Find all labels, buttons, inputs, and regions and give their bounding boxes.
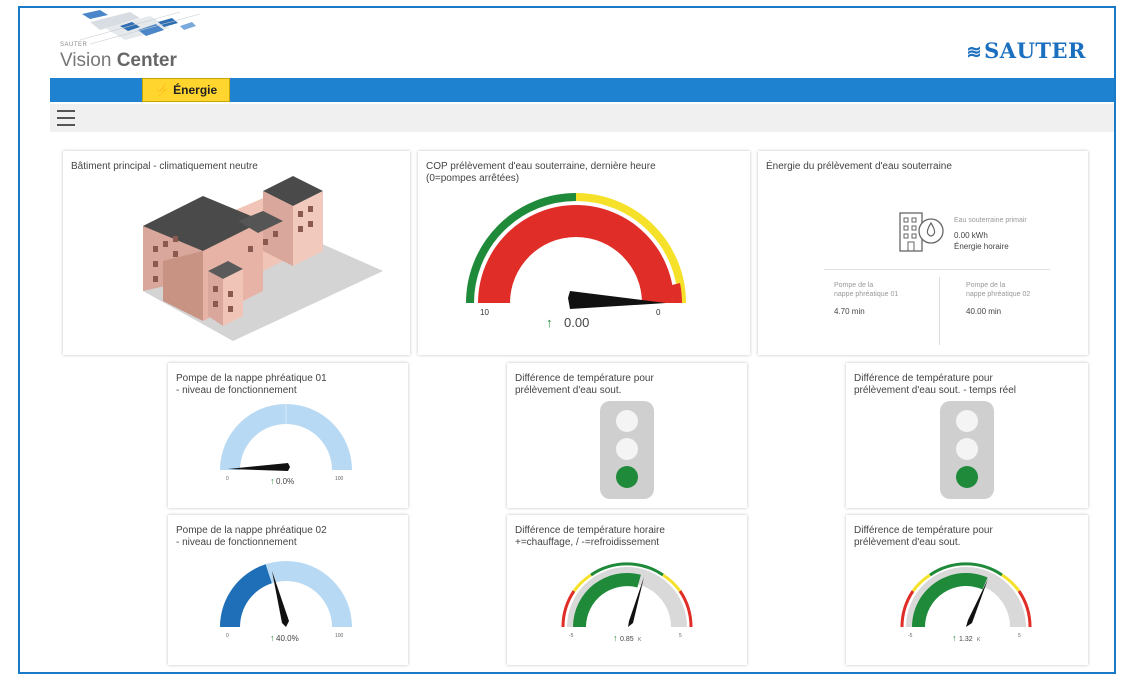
tempdiff1-card: Différence de température pour prélèveme… <box>507 363 747 508</box>
hamburger-menu-icon[interactable] <box>57 110 75 126</box>
cop-card: COP prélèvement d'eau souterraine, derni… <box>418 151 750 355</box>
header: SAUTER Vision Center ≋SAUTER <box>20 8 1114 78</box>
tempdiff1-card-title: Différence de température pour prélèveme… <box>515 373 654 396</box>
pump1-min-label: 0 <box>226 476 229 482</box>
energy-card: Énergie du prélèvement d'eau souterraine… <box>758 151 1088 355</box>
hourly-min-label: -5 <box>569 633 574 639</box>
app-frame: SAUTER Vision Center ≋SAUTER ⚡ Énergie B… <box>18 6 1116 674</box>
tempdiff3-unit: K <box>977 637 981 643</box>
main-navbar: ⚡ Énergie <box>50 78 1114 102</box>
traffic-light-2-bottom <box>956 466 978 488</box>
pump1-duration-value: 4.70 min <box>834 307 865 316</box>
energy-primary-label: Eau souterraine primair <box>954 217 1027 224</box>
tempdiff2-card-title: Différence de température pour prélèveme… <box>854 373 1016 396</box>
traffic-light-1-middle <box>616 438 638 460</box>
hourly-max-label: 5 <box>679 633 682 639</box>
hourly-unit: K <box>638 637 642 643</box>
tempdiff3-value: 1.32 <box>959 636 973 643</box>
traffic-light-2-middle <box>956 438 978 460</box>
pump2-card: Pompe de la nappe phréatique 02 - niveau… <box>168 515 408 665</box>
hourly-card: Différence de température horaire +=chau… <box>507 515 747 665</box>
tab-energy[interactable]: ⚡ Énergie <box>142 78 230 102</box>
pump1-max-label: 100 <box>335 476 344 482</box>
cop-max-label: 0 <box>656 308 661 317</box>
pump2-max-label: 100 <box>335 633 344 639</box>
tempdiff3-card: Différence de température pour prélèveme… <box>846 515 1088 665</box>
hourly-value: 0.85 <box>620 636 634 643</box>
pump2-min-label: 0 <box>226 633 229 639</box>
tempdiff2-card: Différence de température pour prélèveme… <box>846 363 1088 508</box>
traffic-light-2-top <box>956 410 978 432</box>
tempdiff3-min-label: -5 <box>908 633 913 639</box>
pump2-duration-label: Pompe de la nappe phréatique 02 <box>966 282 1031 298</box>
lightning-icon: ⚡ <box>154 83 170 97</box>
hourly-gauge: -5 5 ↑ 0.85 K <box>561 562 693 643</box>
energy-primary-sub: Énergie horaire <box>954 242 1009 251</box>
tab-energy-label: Énergie <box>173 83 218 97</box>
pump2-value: 40.0% <box>276 634 299 643</box>
energy-primary-value: 0.00 kWh <box>954 231 988 240</box>
pump2-arrow-icon: ↑ <box>270 633 275 643</box>
sauter-swoosh-icon: ≋ <box>966 42 983 63</box>
tempdiff3-max-label: 5 <box>1018 633 1021 639</box>
tempdiff3-arrow-icon: ↑ <box>952 633 957 643</box>
logo-title: Vision Center <box>60 50 177 71</box>
cop-gauge: 10 0 ↑ 0.00 <box>466 193 686 330</box>
tempdiff3-gauge: -5 5 ↑ 1.32 K <box>900 562 1032 643</box>
energy-divider-v <box>939 277 940 345</box>
logo-small-text: SAUTER <box>60 42 88 48</box>
traffic-light-1-top <box>616 410 638 432</box>
sauter-brand-logo[interactable]: ≋SAUTER <box>967 38 1086 63</box>
cop-value: 0.00 <box>564 315 589 330</box>
cop-min-label: 10 <box>480 308 489 317</box>
pump1-card: Pompe de la nappe phréatique 01 - niveau… <box>168 363 408 508</box>
energy-card-title: Énergie du prélèvement d'eau souterraine <box>766 161 952 172</box>
toolbar <box>50 104 1114 132</box>
hourly-arrow-icon: ↑ <box>613 633 618 643</box>
pump1-gauge: 0 100 ↑ 0.0% <box>220 404 352 486</box>
pump2-duration-value: 40.00 min <box>966 307 1002 316</box>
pump1-value: 0.0% <box>276 477 294 486</box>
traffic-light-2 <box>940 401 994 499</box>
pump1-arrow-icon: ↑ <box>270 476 275 486</box>
cop-arrow-icon: ↑ <box>546 315 553 330</box>
traffic-light-1-bottom <box>616 466 638 488</box>
energy-divider-h <box>824 269 1050 270</box>
building-water-icon <box>899 212 944 252</box>
pump2-gauge: 0 100 ↑ 40.0% <box>220 561 352 643</box>
building-illustration <box>143 176 383 341</box>
pump1-duration-label: Pompe de la nappe phréatique 01 <box>834 282 899 298</box>
building-card: Bâtiment principal - climatiquement neut… <box>63 151 410 355</box>
traffic-light-1 <box>600 401 654 499</box>
